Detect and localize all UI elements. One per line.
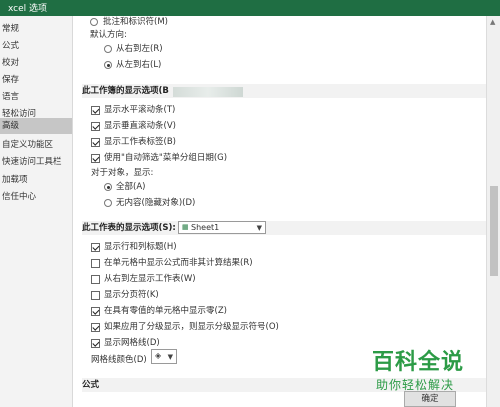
checkbox-label: 从右到左显示工作表(W) [104, 274, 196, 284]
checkbox-gridlines[interactable] [91, 339, 100, 348]
checkbox-label: 显示行和列标题(H) [104, 242, 177, 252]
sidebar-item-save[interactable]: 保存 [0, 72, 72, 88]
direction-label: 默认方向: [90, 30, 127, 40]
section-title: 此工作簿的显示选项(B [82, 86, 169, 96]
chevron-down-icon: ▼ [256, 224, 262, 232]
chevron-down-icon: ▼ [167, 353, 173, 361]
scrollbar-thumb[interactable] [490, 186, 498, 276]
checkbox-label: 在单元格中显示公式而非其计算结果(R) [104, 258, 253, 268]
radio-objects-all[interactable] [104, 183, 112, 191]
checkbox-right-to-left[interactable] [91, 275, 100, 284]
checkbox-sheet-tabs[interactable] [91, 138, 100, 147]
watermark-line2: 助你轻松解决 [376, 378, 455, 392]
checkbox-horizontal-scrollbar[interactable] [91, 106, 100, 115]
checkbox-page-breaks[interactable] [91, 291, 100, 300]
gridline-color-label: 网格线颜色(D) [91, 355, 147, 365]
sidebar-item-language[interactable]: 语言 [0, 89, 72, 105]
sidebar: 常规 公式 校对 保存 语言 轻松访问 高级 自定义功能区 快速访问工具栏 加载… [0, 16, 73, 407]
sidebar-item-addins[interactable]: 加载项 [0, 172, 72, 188]
checkbox-outline-symbols[interactable] [91, 323, 100, 332]
sidebar-item-formulas[interactable]: 公式 [0, 38, 72, 54]
checkbox-label: 如果应用了分级显示，则显示分级显示符号(O) [104, 322, 279, 332]
radio-objects-none[interactable] [104, 199, 112, 207]
sidebar-item-proofing[interactable]: 校对 [0, 55, 72, 71]
section-sheet-display: 此工作表的显示选项(S): [82, 221, 486, 235]
scroll-up-icon[interactable]: ▲ [490, 18, 495, 26]
sidebar-item-general[interactable]: 常规 [0, 21, 72, 37]
gridline-color-picker[interactable]: ◈ ▼ [151, 349, 177, 364]
checkbox-label: 显示工作表标签(B) [104, 137, 176, 147]
objects-label: 对于对象，显示: [91, 168, 154, 178]
section-workbook-display: 此工作簿的显示选项(B [82, 84, 486, 98]
checkbox-vertical-scrollbar[interactable] [91, 122, 100, 131]
checkbox-label: 使用"自动筛选"菜单分组日期(G) [104, 153, 228, 163]
sidebar-item-trust-center[interactable]: 信任中心 [0, 189, 72, 205]
radio-rtl-label: 从右到左(R) [116, 44, 163, 54]
checkbox-row-col-headers[interactable] [91, 243, 100, 252]
sheet-select-value: Sheet1 [191, 223, 220, 232]
window-title: xcel 选项 [8, 4, 48, 14]
section-title: 此工作表的显示选项(S): [82, 223, 176, 233]
checkbox-label: 显示分页符(K) [104, 290, 159, 300]
checkbox-show-zeros[interactable] [91, 307, 100, 316]
blurred-workbook-name [173, 87, 243, 97]
radio-indicators-only[interactable] [90, 18, 98, 26]
checkbox-label: 显示水平滚动条(T) [104, 105, 176, 115]
title-bar: xcel 选项 [0, 0, 500, 16]
radio-ltr[interactable] [104, 61, 112, 69]
sheet-select[interactable]: ▦ Sheet1 ▼ [178, 221, 266, 234]
checkbox-label: 显示垂直滚动条(V) [104, 121, 176, 131]
section-title: 公式 [82, 380, 100, 390]
radio-ltr-label: 从左到右(L) [116, 60, 162, 70]
checkbox-label: 在具有零值的单元格中显示零(Z) [104, 306, 227, 316]
radio-objects-none-label: 无内容(隐藏对象)(D) [116, 198, 196, 208]
watermark-line1: 百科全说 [372, 350, 465, 375]
checkbox-group-dates[interactable] [91, 154, 100, 163]
radio-objects-all-label: 全部(A) [116, 182, 146, 192]
sidebar-item-quick-access[interactable]: 快速访问工具栏 [0, 154, 72, 170]
paint-bucket-icon: ◈ [155, 351, 162, 360]
sidebar-item-advanced[interactable]: 高级 [0, 118, 72, 134]
sidebar-item-customize-ribbon[interactable]: 自定义功能区 [0, 137, 72, 153]
checkbox-show-formulas[interactable] [91, 259, 100, 268]
radio-rtl[interactable] [104, 45, 112, 53]
checkbox-label: 显示网格线(D) [104, 338, 160, 348]
excel-sheet-icon: ▦ [182, 223, 189, 231]
watermark-logo: 百科全说 助你轻松解决 [372, 344, 490, 404]
